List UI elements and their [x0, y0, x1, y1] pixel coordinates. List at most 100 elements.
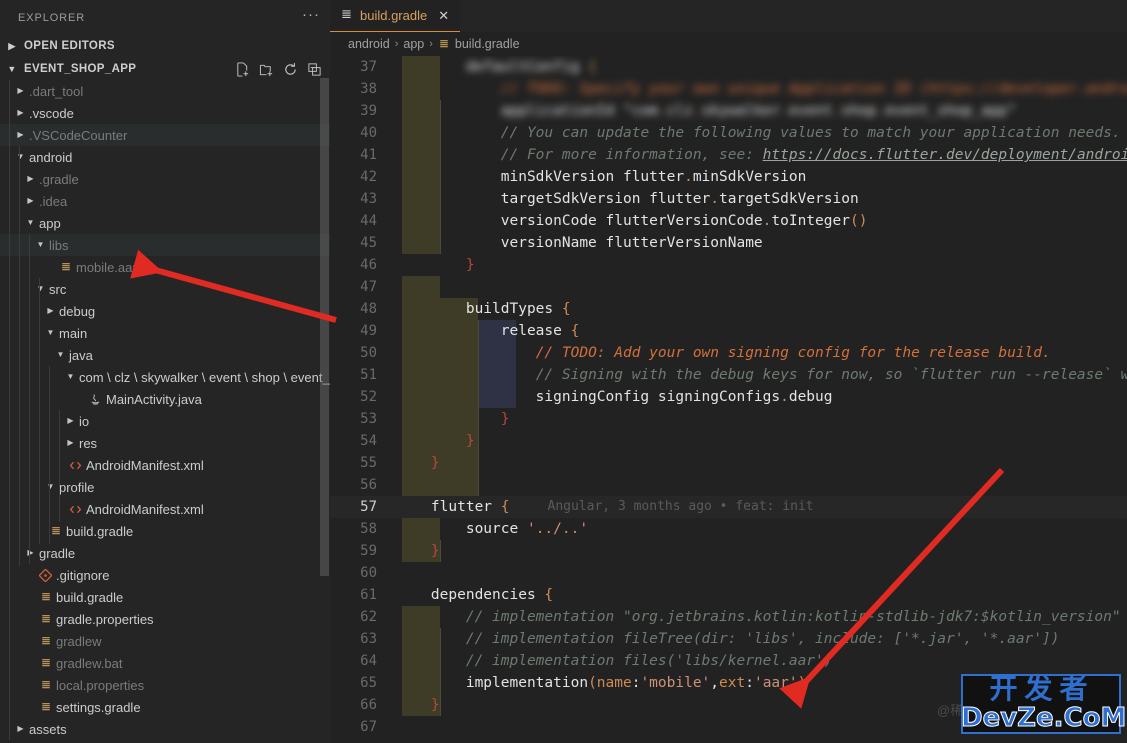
tree-item-label: mobile.aar — [76, 259, 137, 275]
tree-folder-src[interactable]: ▼ src — [0, 278, 330, 300]
tree-item-label: android — [29, 149, 73, 165]
tree-folder-debug[interactable]: ▶ debug — [0, 300, 330, 322]
tree-folder-.dart-tool[interactable]: ▶ .dart_tool — [0, 80, 330, 102]
line-number: 50 — [360, 345, 377, 361]
line-number: 51 — [360, 367, 377, 383]
tree-item-label: .VSCodeCounter — [29, 127, 128, 143]
line-number: 42 — [360, 169, 377, 185]
tree-folder-java[interactable]: ▼ java — [0, 344, 330, 366]
xml-file-icon — [67, 503, 84, 516]
code-line[interactable]: 37 defaultConfig { — [330, 56, 1127, 78]
line-number: 57 — [360, 499, 377, 515]
tree-item-label: gradlew — [56, 633, 102, 649]
chevron-right-icon: ▶ — [27, 548, 34, 557]
code-line[interactable]: 41 // For more information, see: https:/… — [330, 144, 1127, 166]
code-line[interactable]: 55 } — [330, 452, 1127, 474]
code-line[interactable]: 62 // implementation "org.jetbrains.kotl… — [330, 606, 1127, 628]
line-number: 37 — [360, 59, 377, 75]
code-line[interactable]: 60 — [330, 562, 1127, 584]
tree-item-label: gradlew.bat — [56, 655, 123, 671]
sidebar-section-event-shop-app[interactable]: ▼ EVENT_SHOP_APP — [0, 58, 330, 80]
code-line[interactable]: 38 // TODO: Specify your own unique Appl… — [330, 78, 1127, 100]
line-number: 46 — [360, 257, 377, 273]
code-line-text: minSdkVersion flutter.minSdkVersion — [396, 169, 807, 185]
chevron-right-icon: ▶ — [8, 40, 16, 51]
code-line[interactable]: 44 versionCode flutterVersionCode.toInte… — [330, 210, 1127, 232]
breadcrumb-item[interactable]: android — [348, 37, 390, 51]
breadcrumb-item[interactable]: build.gradle — [455, 37, 520, 51]
gradle-file-icon — [37, 679, 54, 691]
chevron-down-icon: ▼ — [7, 64, 17, 74]
code-line[interactable]: 56 — [330, 474, 1127, 496]
sidebar-section-open-editors[interactable]: ▶ OPEN EDITORS — [0, 35, 330, 57]
tree-folder-app[interactable]: ▼ app — [0, 212, 330, 234]
tree-file-build.gradle[interactable]: build.gradle — [0, 586, 330, 608]
code-line[interactable]: 46 } — [330, 254, 1127, 276]
chevron-down-icon: ▼ — [36, 240, 45, 249]
tree-folder-main[interactable]: ▼ main — [0, 322, 330, 344]
tree-file-.gitignore[interactable]: .gitignore — [0, 564, 330, 586]
tree-folder-.idea[interactable]: ▶ .idea — [0, 190, 330, 212]
code-line[interactable]: 49 release { — [330, 320, 1127, 342]
code-line-text: } — [465, 257, 475, 273]
tree-file-local.properties[interactable]: local.properties — [0, 674, 330, 696]
tree-indent-guide — [29, 234, 30, 564]
tree-item-label: .vscode — [29, 105, 74, 121]
code-line-text: // implementation files('libs/kernel.aar… — [465, 653, 833, 669]
code-line[interactable]: 39 applicationId "com.clz.skywalker.even… — [330, 100, 1127, 122]
new-file-icon[interactable] — [235, 61, 250, 77]
code-line[interactable]: 43 targetSdkVersion flutter.targetSdkVer… — [330, 188, 1127, 210]
code-line[interactable]: 50 // TODO: Add your own signing config … — [330, 342, 1127, 364]
tree-file-gradlew.bat[interactable]: gradlew.bat — [0, 652, 330, 674]
tree-item-label: build.gradle — [66, 523, 134, 539]
vscode-window: EXPLORER ··· ▶ OPEN EDITORS ▼ EVENT_SHOP… — [0, 0, 1127, 743]
code-line[interactable]: 48 buildTypes { — [330, 298, 1127, 320]
code-line[interactable]: 59 } — [330, 540, 1127, 562]
tree-file-settings.gradle[interactable]: settings.gradle — [0, 696, 330, 718]
tree-indent-guide — [49, 366, 50, 544]
code-line[interactable]: 63 // implementation fileTree(dir: 'libs… — [330, 628, 1127, 650]
code-line[interactable]: 53 } — [330, 408, 1127, 430]
code-line[interactable]: 47 — [330, 276, 1127, 298]
chevron-right-icon: ▶ — [67, 438, 74, 447]
line-number: 62 — [360, 609, 377, 625]
tree-file-gradlew[interactable]: gradlew — [0, 630, 330, 652]
sidebar-scrollbar[interactable] — [320, 78, 329, 576]
code-line[interactable]: 58 source '../..' — [330, 518, 1127, 540]
code-indent-guide — [440, 540, 441, 562]
code-line[interactable]: 52 signingConfig signingConfigs.debug — [330, 386, 1127, 408]
tree-item-label: gradle — [39, 545, 76, 561]
tree-folder-assets[interactable]: ▶ assets — [0, 718, 330, 740]
tree-item-label: AndroidManifest.xml — [86, 501, 204, 517]
tree-folder-gradle[interactable]: ▶ gradle — [0, 542, 330, 564]
git-blame-annotation: Angular, 3 months ago • feat: init — [547, 499, 814, 514]
tree-file-mobile.aar[interactable]: mobile.aar — [0, 256, 330, 278]
tree-folder-.vscode[interactable]: ▶ .vscode — [0, 102, 330, 124]
new-folder-icon[interactable] — [259, 62, 274, 77]
code-line[interactable]: 61 dependencies { — [330, 584, 1127, 606]
code-line[interactable]: 45 versionName flutterVersionName — [330, 232, 1127, 254]
refresh-icon[interactable] — [283, 62, 298, 77]
tree-folder-.vscodecounter[interactable]: ▶ .VSCodeCounter — [0, 124, 330, 146]
code-line[interactable]: 40 // You can update the following value… — [330, 122, 1127, 144]
tree-folder-android[interactable]: ▼ android — [0, 146, 330, 168]
collapse-all-icon[interactable] — [307, 62, 322, 77]
chevron-right-icon: ▶ — [27, 196, 34, 205]
code-viewport[interactable]: 37 defaultConfig {38 // TODO: Specify yo… — [330, 56, 1127, 743]
explorer-more-actions-icon[interactable]: ··· — [302, 7, 320, 25]
chevron-right-icon: ▶ — [17, 86, 24, 95]
tree-folder-libs[interactable]: ▼ libs — [0, 234, 330, 256]
code-line[interactable]: 57 flutter {Angular, 3 months ago • feat… — [330, 496, 1127, 518]
breadcrumb-item[interactable]: app — [403, 37, 424, 51]
code-line[interactable]: 54 } — [330, 430, 1127, 452]
tab-label: build.gradle — [360, 8, 428, 23]
java-file-icon — [87, 393, 104, 406]
code-line[interactable]: 51 // Signing with the debug keys for no… — [330, 364, 1127, 386]
tree-file-gradle.properties[interactable]: gradle.properties — [0, 608, 330, 630]
tree-folder-.gradle[interactable]: ▶ .gradle — [0, 168, 330, 190]
code-line[interactable]: 42 minSdkVersion flutter.minSdkVersion — [330, 166, 1127, 188]
tab-build-gradle[interactable]: build.gradle ✕ — [330, 0, 461, 32]
code-line-text: targetSdkVersion flutter.targetSdkVersio… — [396, 191, 859, 207]
close-icon[interactable]: ✕ — [438, 9, 449, 22]
line-number: 49 — [360, 323, 377, 339]
